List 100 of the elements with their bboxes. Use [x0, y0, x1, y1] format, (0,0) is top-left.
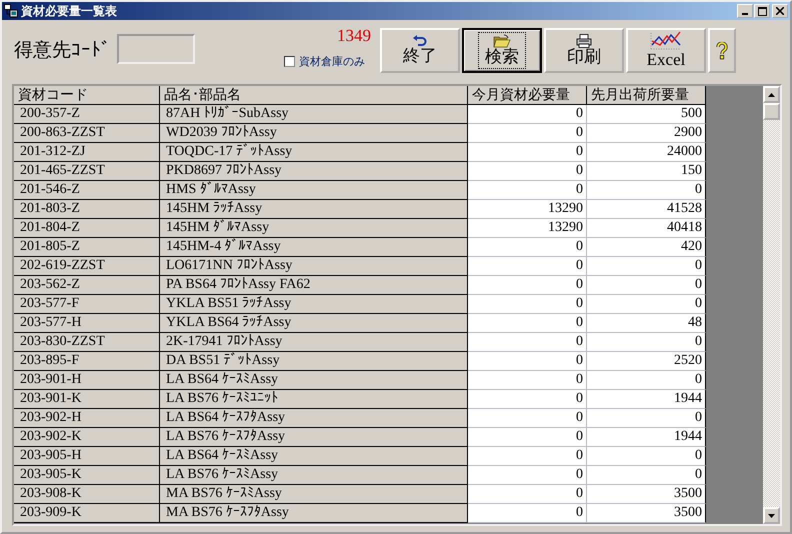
- scroll-up-button[interactable]: [763, 86, 780, 103]
- table-cell: 0: [587, 409, 706, 428]
- table-cell: 201-805-Z: [14, 238, 160, 257]
- table-cell: 0: [468, 371, 587, 390]
- record-count: 1349: [337, 26, 371, 46]
- table-cell: LO6171NN ﾌﾛﾝﾄAssy: [160, 257, 468, 276]
- table-cell: 0: [587, 295, 706, 314]
- table-cell: 203-902-K: [14, 428, 160, 447]
- maximize-icon: [758, 6, 766, 16]
- maximize-button[interactable]: [754, 4, 770, 18]
- column-header[interactable]: 品名･部品名: [160, 86, 468, 105]
- table-cell: 87AH ﾄﾘｶﾞｰSubAssy: [160, 105, 468, 124]
- table-cell: 203-909-K: [14, 504, 160, 523]
- table-cell: 0: [468, 352, 587, 371]
- table-cell: 201-546-Z: [14, 181, 160, 200]
- column-header[interactable]: 先月出荷所要量: [587, 86, 706, 105]
- close-icon: [776, 7, 784, 15]
- table-cell: 0: [468, 466, 587, 485]
- table-cell: LA BS76 ｹｰｽﾐﾕﾆｯﾄ: [160, 390, 468, 409]
- table-cell: YKLA BS64 ﾗｯﾁAssy: [160, 314, 468, 333]
- table-cell: 203-905-K: [14, 466, 160, 485]
- table-cell: 0: [587, 447, 706, 466]
- table-cell: 201-465-ZZST: [14, 162, 160, 181]
- customer-code-field[interactable]: [117, 34, 195, 64]
- table-cell: 203-577-H: [14, 314, 160, 333]
- table-cell: 0: [587, 257, 706, 276]
- table-cell: 150: [587, 162, 706, 181]
- close-button[interactable]: [772, 4, 788, 18]
- help-button[interactable]: [708, 28, 736, 73]
- column-header[interactable]: 資材コード: [14, 86, 160, 105]
- scroll-thumb[interactable]: [763, 103, 780, 120]
- table-cell: 0: [468, 409, 587, 428]
- table-cell: LA BS76 ｹｰｽﾌﾀAssy: [160, 428, 468, 447]
- open-folder-icon: [493, 34, 511, 48]
- table-cell: 201-312-ZJ: [14, 143, 160, 162]
- table-cell: 40418: [587, 219, 706, 238]
- table-cell: 0: [468, 390, 587, 409]
- table-cell: 0: [468, 333, 587, 352]
- table-cell: 2520: [587, 352, 706, 371]
- table-cell: 2K-17941 ﾌﾛﾝﾄAssy: [160, 333, 468, 352]
- table-cell: 145HM ﾀﾞﾙﾏAssy: [160, 219, 468, 238]
- table-cell: 0: [587, 333, 706, 352]
- table-cell: LA BS64 ｹｰｽﾐAssy: [160, 371, 468, 390]
- line-chart-icon: [650, 31, 682, 52]
- table-cell: 203-901-K: [14, 390, 160, 409]
- table-cell: 0: [587, 181, 706, 200]
- scroll-down-button[interactable]: [763, 507, 780, 524]
- table-cell: 0: [468, 162, 587, 181]
- customer-code-label: 得意先ｺｰﾄﾞ: [14, 38, 111, 63]
- table-cell: 3500: [587, 485, 706, 504]
- table-cell: 500: [587, 105, 706, 124]
- table-cell: 0: [468, 314, 587, 333]
- table-cell: 0: [468, 295, 587, 314]
- window-title: 資材必要量一覧表: [21, 2, 118, 20]
- table-cell: 0: [468, 485, 587, 504]
- app-icon: [4, 4, 18, 18]
- column-header[interactable]: 今月資材必要量: [468, 86, 587, 105]
- table-cell: 0: [468, 124, 587, 143]
- table-cell: 203-562-Z: [14, 276, 160, 295]
- table-cell: 203-902-H: [14, 409, 160, 428]
- table-cell: 0: [468, 238, 587, 257]
- table-cell: YKLA BS51 ﾗｯﾁAssy: [160, 295, 468, 314]
- table-cell: 24000: [587, 143, 706, 162]
- table-cell: PKD8697 ﾌﾛﾝﾄAssy: [160, 162, 468, 181]
- table-cell: 0: [587, 276, 706, 295]
- table-cell: 420: [587, 238, 706, 257]
- table-cell: MA BS76 ｹｰｽﾐAssy: [160, 485, 468, 504]
- table-cell: 0: [468, 447, 587, 466]
- table-cell: 13290: [468, 200, 587, 219]
- table-cell: 0: [468, 428, 587, 447]
- vertical-scrollbar[interactable]: [763, 86, 780, 524]
- table-cell: PA BS64 ﾌﾛﾝﾄAssy FA62: [160, 276, 468, 295]
- table-cell: 0: [468, 105, 587, 124]
- table-cell: 203-905-H: [14, 447, 160, 466]
- table-cell: 0: [468, 276, 587, 295]
- table-cell: 203-895-F: [14, 352, 160, 371]
- exit-button[interactable]: 終了: [380, 28, 460, 73]
- table-cell: LA BS76 ｹｰｽﾐAssy: [160, 466, 468, 485]
- table-cell: 1944: [587, 428, 706, 447]
- table-cell: LA BS64 ｹｰｽﾌﾀAssy: [160, 409, 468, 428]
- down-arrow-icon: [768, 514, 775, 518]
- table-cell: 203-901-H: [14, 371, 160, 390]
- table-cell: 203-830-ZZST: [14, 333, 160, 352]
- excel-button[interactable]: Excel: [626, 28, 706, 73]
- table-cell: MA BS76 ｹｰｽﾌﾀAssy: [160, 504, 468, 523]
- table-cell: 145HM-4 ﾀﾞﾙﾏAssy: [160, 238, 468, 257]
- table-cell: 0: [468, 181, 587, 200]
- table-cell: 0: [468, 504, 587, 523]
- table-cell: 48: [587, 314, 706, 333]
- print-button[interactable]: 印刷: [544, 28, 624, 73]
- search-button[interactable]: 検索: [462, 28, 542, 73]
- table-cell: 145HM ﾗｯﾁAssy: [160, 200, 468, 219]
- minimize-button[interactable]: [737, 4, 753, 18]
- table-cell: WD2039 ﾌﾛﾝﾄAssy: [160, 124, 468, 143]
- table-cell: 203-908-K: [14, 485, 160, 504]
- warehouse-only-checkbox[interactable]: 資材倉庫のみ: [284, 54, 365, 69]
- table-cell: 0: [468, 257, 587, 276]
- table-cell: 200-357-Z: [14, 105, 160, 124]
- table-cell: 203-577-F: [14, 295, 160, 314]
- table-cell: 41528: [587, 200, 706, 219]
